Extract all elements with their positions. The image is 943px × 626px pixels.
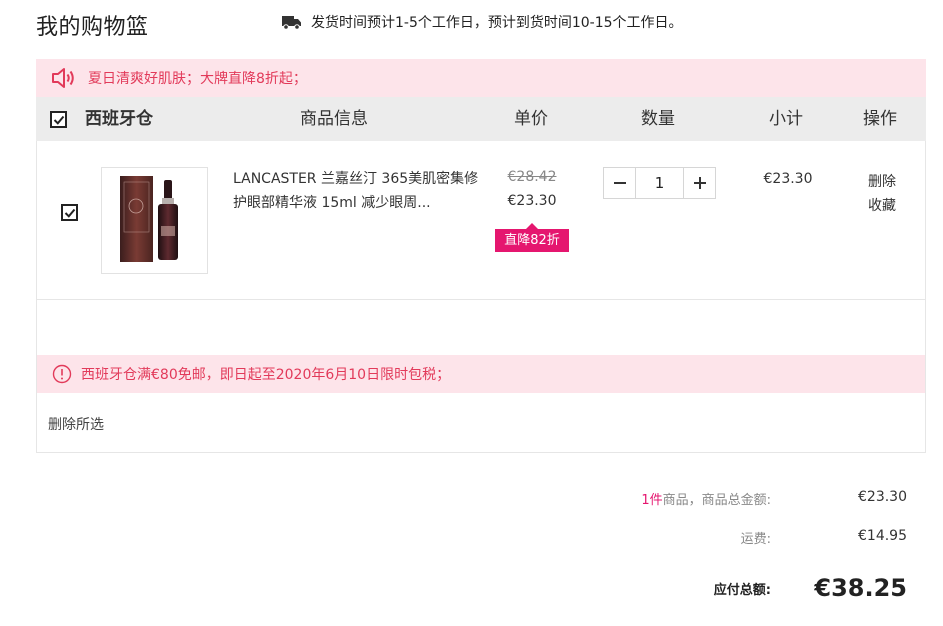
goods-total-value: €23.30 — [858, 489, 907, 505]
payable-total-label: 应付总额: — [713, 583, 771, 598]
product-image[interactable] — [101, 167, 208, 274]
shipping-fee-label: 运费: — [740, 532, 771, 547]
tax-notice-banner: 西班牙仓满€80免邮，即日起至2020年6月10日限时包税； — [37, 355, 925, 393]
quantity-stepper: 1 — [603, 167, 716, 199]
favorite-item-link[interactable]: 收藏 — [862, 195, 902, 215]
alert-circle-icon — [52, 364, 72, 384]
item-subtotal: €23.30 — [763, 171, 813, 187]
shipping-note: 发货时间预计1-5个工作日，预计到货时间10-15个工作日。 — [282, 12, 683, 32]
column-header-subtotal: 小计 — [769, 109, 803, 129]
quantity-input[interactable]: 1 — [635, 168, 684, 198]
product-name[interactable]: LANCASTER 兰嘉丝汀 365美肌密集修护眼部精华液 15ml 减少眼周.… — [233, 167, 483, 215]
check-icon — [53, 115, 64, 125]
promo-banner: 夏日清爽好肌肤；大牌直降8折起； — [36, 59, 926, 97]
promo-text: 夏日清爽好肌肤；大牌直降8折起； — [88, 71, 307, 87]
shipping-note-text: 发货时间预计1-5个工作日，预计到货时间10-15个工作日。 — [311, 15, 683, 31]
tax-notice-text: 西班牙仓满€80免邮，即日起至2020年6月10日限时包税； — [81, 367, 451, 383]
goods-total-label: 商品，商品总金额: — [662, 493, 771, 508]
cart-box: LANCASTER 兰嘉丝汀 365美肌密集修护眼部精华液 15ml 减少眼周.… — [36, 141, 926, 453]
increase-quantity-button[interactable] — [684, 168, 715, 198]
speaker-icon — [52, 68, 74, 88]
row-divider — [37, 299, 925, 300]
column-header-info: 商品信息 — [300, 109, 368, 129]
plus-icon — [693, 177, 706, 189]
truck-icon — [282, 16, 301, 30]
payable-total-value: €38.25 — [814, 574, 907, 602]
discount-badge: 直降82折 — [495, 223, 569, 252]
column-header-action: 操作 — [863, 109, 897, 129]
shipping-fee-value: €14.95 — [858, 528, 907, 544]
goods-summary-label: 1件商品，商品总金额: — [641, 489, 771, 508]
item-checkbox[interactable] — [61, 204, 78, 221]
page-title: 我的购物篮 — [36, 15, 149, 40]
select-all-checkbox[interactable] — [50, 111, 67, 128]
table-header: 西班牙仓 商品信息 单价 数量 小计 操作 — [36, 97, 926, 141]
original-price: €28.42 — [507, 169, 557, 185]
store-name: 西班牙仓 — [85, 109, 153, 129]
decrease-quantity-button[interactable] — [604, 168, 635, 198]
delete-selected-link[interactable]: 删除所选 — [48, 414, 104, 434]
product-bottle-image — [120, 176, 178, 262]
column-header-quantity: 数量 — [641, 109, 675, 129]
item-count: 1件 — [641, 493, 663, 508]
current-price: €23.30 — [507, 193, 557, 209]
delete-item-link[interactable]: 删除 — [862, 171, 902, 191]
minus-icon — [613, 182, 626, 184]
check-icon — [64, 208, 75, 218]
column-header-price: 单价 — [514, 109, 548, 129]
